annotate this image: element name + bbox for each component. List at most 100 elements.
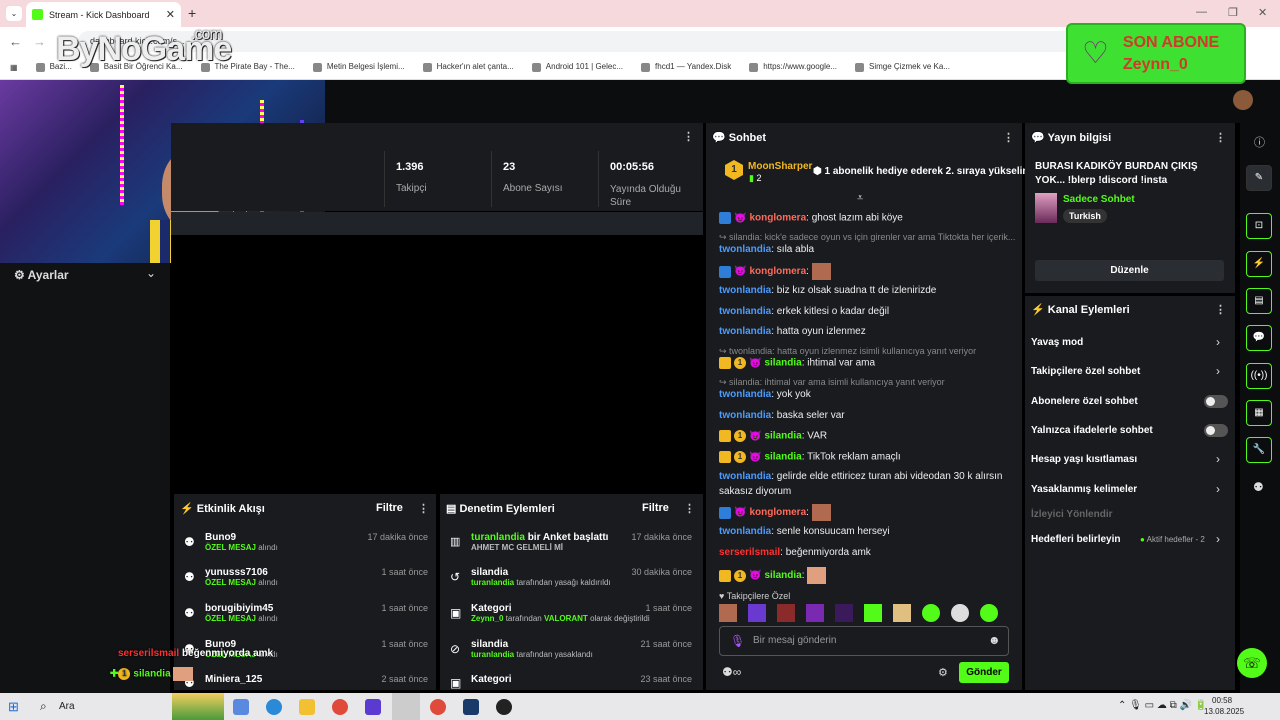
emote-image[interactable] bbox=[980, 604, 998, 622]
emote-image[interactable] bbox=[893, 604, 911, 622]
obs-icon[interactable] bbox=[496, 699, 512, 715]
slow-mode-option[interactable]: Yavaş mod bbox=[1031, 337, 1083, 348]
activity-item[interactable]: ⚉ Buno9 ÖZEL MESAJ alındı 17 dakika önce bbox=[184, 532, 428, 552]
chevron-right-icon[interactable]: › bbox=[1216, 532, 1220, 546]
chat-message[interactable]: twonlandia: sıla abla bbox=[719, 244, 814, 255]
taskbar-search[interactable]: Ara bbox=[59, 701, 75, 712]
chat-message[interactable]: 1 😈 silandia: bbox=[719, 567, 827, 584]
chat-message[interactable]: 1 😈 silandia: ihtimal var ama bbox=[719, 357, 875, 369]
emote-image[interactable] bbox=[719, 604, 737, 622]
document-icon[interactable]: ▤ bbox=[1246, 288, 1272, 314]
windows-start-icon[interactable]: ⊞ bbox=[8, 699, 19, 715]
emotes-only-toggle[interactable] bbox=[1204, 424, 1228, 437]
emote-image[interactable] bbox=[922, 604, 940, 622]
chrome-icon[interactable] bbox=[332, 699, 348, 715]
account-age-option[interactable]: Hesap yaşı kısıtlaması bbox=[1031, 454, 1137, 465]
chat-input[interactable]: 🎙 Bir mesaj gönderin ☻ bbox=[719, 626, 1009, 656]
lightning-icon[interactable]: ⚡ bbox=[1246, 251, 1272, 277]
chat-message[interactable]: serserilsmail: beğenmiyorda amk bbox=[719, 547, 871, 558]
bookmark-item[interactable]: https://www.google... bbox=[749, 62, 837, 72]
set-goals-option[interactable]: Hedefleri belirleyin bbox=[1031, 534, 1120, 545]
emote-image[interactable] bbox=[748, 604, 766, 622]
scroll-down-icon[interactable]: ⩡ bbox=[857, 192, 863, 205]
settings-toggle[interactable]: ⚙ Ayarlar bbox=[14, 268, 69, 282]
capture-icon[interactable]: ⊡ bbox=[1246, 213, 1272, 239]
user-avatar[interactable] bbox=[1233, 90, 1253, 110]
wrench-icon[interactable]: 🔧 bbox=[1246, 437, 1272, 463]
tag-chip[interactable]: Turkish bbox=[1063, 209, 1107, 223]
chat-message[interactable]: 1 😈 silandia: VAR bbox=[719, 430, 827, 442]
chat-message[interactable]: 😈 konglomera: bbox=[719, 263, 831, 280]
chat-message[interactable]: twonlandia: erkek kitlesi o kadar değil bbox=[719, 306, 889, 317]
chat-message[interactable]: 😈 konglomera: bbox=[719, 504, 831, 521]
chat-menu-icon[interactable]: ⋮ bbox=[1003, 131, 1014, 144]
chat-message[interactable]: twonlandia: gelirde elde ettiricez turan… bbox=[719, 471, 1003, 482]
chat-message[interactable]: twonlandia: senle konsuucam herseyi bbox=[719, 526, 890, 537]
chat-message[interactable]: 😈 konglomera: ghost lazım abi köye bbox=[719, 212, 903, 224]
emote-image[interactable] bbox=[951, 604, 969, 622]
broadcast-icon[interactable]: ((•)) bbox=[1246, 363, 1272, 389]
category-name[interactable]: Sadece Sohbet bbox=[1063, 194, 1135, 205]
moderation-item[interactable]: ▣ Kategori 23 saat önce bbox=[450, 674, 692, 690]
microphone-icon[interactable]: 🎙 bbox=[730, 634, 745, 648]
minimize-icon[interactable]: — bbox=[1196, 6, 1207, 18]
browser-tab[interactable]: Stream - Kick Dashboard ✕ bbox=[26, 2, 181, 27]
bookmark-item[interactable]: Hacker'ın alet çanta... bbox=[422, 62, 514, 72]
emote-image[interactable] bbox=[777, 604, 795, 622]
points-icon[interactable]: ⚉ bbox=[1253, 480, 1264, 494]
activity-menu-icon[interactable]: ⋮ bbox=[418, 502, 429, 515]
moderation-item[interactable]: ▥ turanlandia bir Anket başlattı AHMET MC… bbox=[450, 532, 692, 552]
activity-item[interactable]: ⚉ borugibiyim45 ÖZEL MESAJ alındı 1 saat … bbox=[184, 603, 428, 623]
system-tray-icons[interactable]: ⌃ 🎙 ▭ ☁ ⧉ 🔊 🔋 bbox=[1118, 700, 1207, 711]
moderation-menu-icon[interactable]: ⋮ bbox=[684, 502, 695, 515]
chat-message[interactable]: twonlandia: yok yok bbox=[719, 389, 811, 400]
emote-image[interactable] bbox=[864, 604, 882, 622]
emote-image[interactable] bbox=[806, 604, 824, 622]
chrome-icon[interactable] bbox=[430, 699, 446, 715]
back-icon[interactable]: ← bbox=[9, 34, 22, 49]
activity-filter-button[interactable]: Filtre bbox=[376, 502, 403, 514]
moderation-item[interactable]: ↺ silandia turanlandia tarafından yasağı … bbox=[450, 567, 692, 587]
chat-message[interactable]: 1 😈 silandia: TikTok reklam amaçlı bbox=[719, 451, 901, 463]
restore-icon[interactable]: ❐ bbox=[1228, 6, 1238, 19]
send-button[interactable]: Gönder bbox=[959, 662, 1009, 683]
bookmark-item[interactable]: fhcd1 — Yandex.Disk bbox=[641, 62, 731, 72]
stream-info-menu-icon[interactable]: ⋮ bbox=[1215, 131, 1226, 144]
banned-words-option[interactable]: Yasaklanmış kelimeler bbox=[1031, 484, 1137, 495]
moderation-item[interactable]: ▣ Kategori Zeynn_0 tarafından VALORANT ol… bbox=[450, 603, 692, 623]
search-icon[interactable]: ⌕ bbox=[40, 699, 47, 714]
apps-icon[interactable]: ▦ bbox=[10, 63, 18, 72]
chat-bubble-icon[interactable]: 💬 bbox=[1246, 325, 1272, 351]
copilot-icon[interactable] bbox=[233, 699, 249, 715]
moderation-item[interactable]: ⊘ silandia turanlandia tarafından yasakla… bbox=[450, 639, 692, 659]
file-explorer-icon[interactable] bbox=[299, 699, 315, 715]
channel-actions-menu-icon[interactable]: ⋮ bbox=[1215, 303, 1226, 316]
bookmark-item[interactable]: Simge Çizmek ve Ka... bbox=[855, 62, 950, 72]
layout-icon[interactable]: ▦ bbox=[1246, 400, 1272, 426]
support-chat-icon[interactable]: ☏ bbox=[1237, 648, 1267, 678]
bookmark-item[interactable]: Android 101 | Gelec... bbox=[531, 62, 623, 72]
close-tab-icon[interactable]: ✕ bbox=[166, 8, 175, 21]
steam-icon[interactable] bbox=[463, 699, 479, 715]
new-tab-button[interactable]: + bbox=[188, 5, 196, 21]
bookmark-item[interactable]: Metin Belgesi İşlemi... bbox=[312, 62, 405, 72]
moderation-filter-button[interactable]: Filtre bbox=[642, 502, 669, 514]
discord-icon[interactable] bbox=[365, 699, 381, 715]
points-icon[interactable]: ⚉∞ bbox=[722, 665, 741, 679]
activity-item[interactable]: ⚉ Miniera_125 2 saat önce bbox=[184, 674, 428, 690]
video-player[interactable] bbox=[171, 235, 703, 492]
chat-message[interactable]: twonlandia: biz kız olsak suadna tt de i… bbox=[719, 285, 936, 296]
emoji-icon[interactable]: ☻ bbox=[988, 633, 1001, 647]
chat-settings-icon[interactable]: ⚙ bbox=[938, 666, 948, 679]
tiktok-icon[interactable] bbox=[392, 693, 420, 720]
forward-icon[interactable]: → bbox=[33, 34, 46, 49]
chevron-right-icon[interactable]: › bbox=[1216, 452, 1220, 466]
edge-icon[interactable] bbox=[266, 699, 282, 715]
info-icon[interactable]: ⓘ bbox=[1254, 134, 1265, 150]
chevron-right-icon[interactable]: › bbox=[1216, 482, 1220, 496]
chevron-right-icon[interactable]: › bbox=[1216, 364, 1220, 378]
widget-image[interactable] bbox=[172, 693, 224, 720]
tab-search-button[interactable]: ⌄ bbox=[6, 6, 22, 21]
emote-image[interactable] bbox=[835, 604, 853, 622]
stats-menu-icon[interactable]: ⋮ bbox=[683, 130, 694, 143]
